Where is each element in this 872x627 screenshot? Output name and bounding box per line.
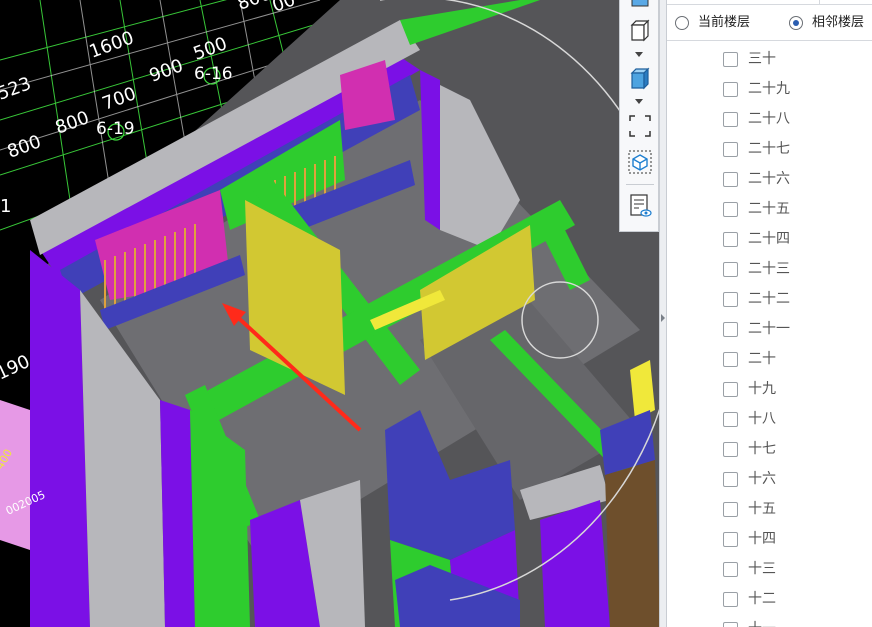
building-model[interactable]: 1600 900 500 6-16 700 800 6-19 800 800 5… [0, 0, 660, 627]
list-item[interactable]: 二十七 [667, 135, 872, 165]
floor-label: 十二 [748, 591, 776, 607]
list-item[interactable]: 二十九 [667, 75, 872, 105]
radio-current-floor[interactable] [675, 16, 689, 30]
floor-label: 十六 [748, 471, 776, 487]
list-item[interactable]: 二十八 [667, 105, 872, 135]
dim-label-900: 900 [147, 55, 186, 86]
panel-header-tab [819, 0, 872, 4]
region-select-icon[interactable] [626, 112, 654, 140]
panel-splitter[interactable] [659, 0, 667, 627]
3d-viewport[interactable]: 1600 900 500 6-16 700 800 6-19 800 800 5… [0, 0, 660, 627]
dim-label-800-b: 800 [5, 131, 44, 162]
list-item[interactable]: 十二 [667, 585, 872, 615]
radio-current-floor-label[interactable]: 当前楼层 [698, 15, 750, 31]
floor-checkbox[interactable] [723, 322, 738, 337]
list-item[interactable]: 二十五 [667, 195, 872, 225]
list-item[interactable]: 十七 [667, 435, 872, 465]
floor-label: 十七 [748, 441, 776, 457]
dim-label-523: 523 [0, 73, 34, 104]
floor-label: 二十四 [748, 231, 790, 247]
list-item[interactable]: 十九 [667, 375, 872, 405]
floor-checkbox[interactable] [723, 352, 738, 367]
floor-checkbox[interactable] [723, 562, 738, 577]
view-top-icon[interactable] [626, 0, 654, 16]
floor-label: 十八 [748, 411, 776, 427]
view-iso-solid-icon[interactable] [626, 64, 654, 92]
axis-label-6-16: 6-16 [194, 64, 233, 84]
radio-adjacent-floor-label[interactable]: 相邻楼层 [812, 15, 864, 31]
floor-checkbox[interactable] [723, 532, 738, 547]
floor-checkbox[interactable] [723, 52, 738, 67]
list-item[interactable]: 二十 [667, 345, 872, 375]
view-iso-dropdown-arrow[interactable] [635, 52, 643, 57]
floor-label: 二十八 [748, 111, 790, 127]
floor-selection-panel: 当前楼层 相邻楼层 三十 二十九 二十八 二十七 二十六 二十五 二十四 二十三… [667, 0, 872, 627]
dim-label-800-c: 800 [235, 0, 274, 15]
floor-checkbox[interactable] [723, 112, 738, 127]
list-item[interactable]: 十三 [667, 555, 872, 585]
dim-label-500: 500 [191, 33, 230, 64]
list-item[interactable]: 十八 [667, 405, 872, 435]
dim-label-1: 1 [0, 196, 11, 217]
list-item[interactable]: 二十六 [667, 165, 872, 195]
list-item[interactable]: 十六 [667, 465, 872, 495]
floor-checkbox[interactable] [723, 82, 738, 97]
floor-label: 二十五 [748, 201, 790, 217]
view-cube-icon[interactable] [626, 148, 654, 176]
floor-checkbox[interactable] [723, 142, 738, 157]
dim-label-800: 800 [53, 107, 92, 138]
list-item[interactable]: 二十一 [667, 315, 872, 345]
floor-checkbox[interactable] [723, 412, 738, 427]
axis-label-6-19: 6-19 [96, 119, 135, 139]
list-item[interactable]: 三十 [667, 45, 872, 75]
floor-checkbox[interactable] [723, 172, 738, 187]
floor-label: 十九 [748, 381, 776, 397]
floor-checkbox[interactable] [723, 622, 738, 627]
floor-label: 二十二 [748, 291, 790, 307]
floor-checkbox[interactable] [723, 292, 738, 307]
toolbar-separator [626, 184, 654, 185]
floor-checkbox[interactable] [723, 202, 738, 217]
dim-label-190: 190 [0, 351, 33, 385]
wall-right-front [540, 500, 610, 627]
list-item[interactable]: 十四 [667, 525, 872, 555]
list-item[interactable]: 十一 [667, 615, 872, 627]
floor-label: 二十六 [748, 171, 790, 187]
list-item[interactable]: 十五 [667, 495, 872, 525]
floor-checkbox[interactable] [723, 502, 738, 517]
list-item[interactable]: 二十三 [667, 255, 872, 285]
floor-checkbox[interactable] [723, 592, 738, 607]
floor-scope-radio-group: 当前楼层 相邻楼层 [667, 6, 872, 41]
floor-label: 十五 [748, 501, 776, 517]
floor-label: 三十 [748, 51, 776, 67]
floor-checkbox[interactable] [723, 232, 738, 247]
floor-checkbox[interactable] [723, 382, 738, 397]
list-item[interactable]: 二十四 [667, 225, 872, 255]
floor-checkbox[interactable] [723, 262, 738, 277]
view-solid-dropdown-arrow[interactable] [635, 99, 643, 104]
window-right [605, 460, 660, 627]
floor-checkbox[interactable] [723, 442, 738, 457]
floor-label: 二十三 [748, 261, 790, 277]
floor-label: 二十 [748, 351, 776, 367]
floor-label: 十四 [748, 531, 776, 547]
floor-label: 二十九 [748, 81, 790, 97]
floor-label: 十一 [748, 621, 776, 627]
radio-adjacent-floor[interactable] [789, 16, 803, 30]
pink-strip [0, 400, 30, 550]
collapse-arrow-icon[interactable] [661, 314, 665, 322]
wall-left-edge [160, 400, 195, 627]
floor-label: 十三 [748, 561, 776, 577]
floor-checkbox[interactable] [723, 472, 738, 487]
layer-display-icon[interactable] [626, 192, 654, 220]
floor-label: 二十一 [748, 321, 790, 337]
list-item[interactable]: 二十二 [667, 285, 872, 315]
view-toolbar [619, 0, 659, 232]
floor-label: 二十七 [748, 141, 790, 157]
view-iso-outline-icon[interactable] [626, 16, 654, 44]
